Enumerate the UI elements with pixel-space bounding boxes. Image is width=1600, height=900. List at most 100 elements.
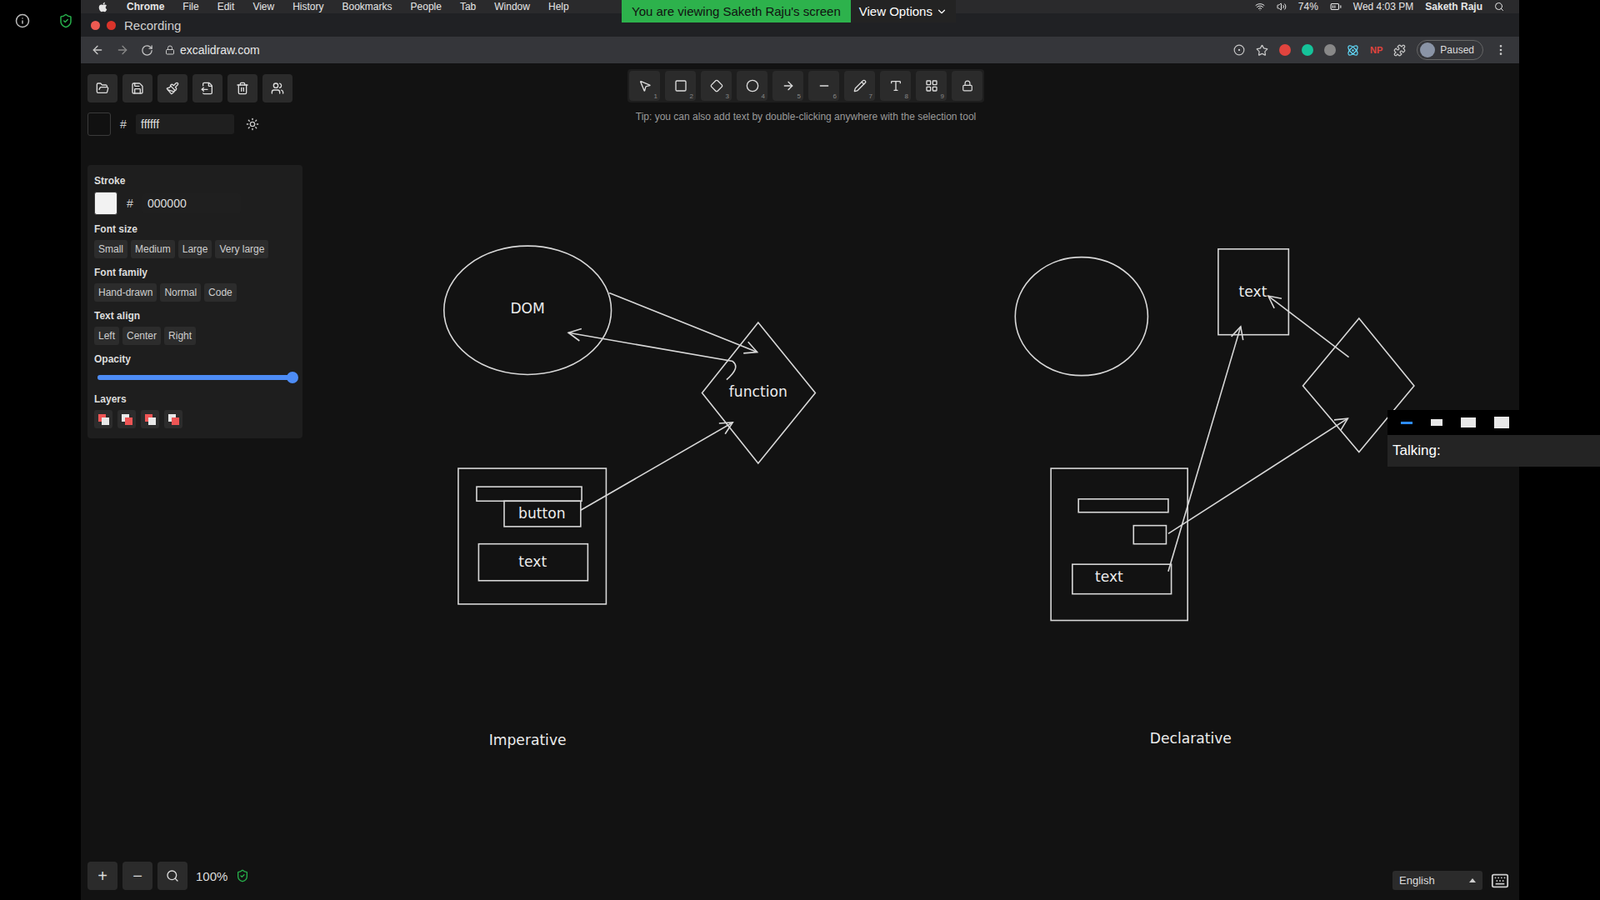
page-box[interactable]: [1050, 468, 1188, 620]
view-mode-icon[interactable]: [1460, 417, 1476, 428]
layer-button[interactable]: [164, 410, 183, 429]
tool-button[interactable]: 6: [808, 70, 840, 101]
tool-button[interactable]: 7: [844, 70, 875, 101]
font-family-option[interactable]: Code: [204, 283, 237, 302]
back-icon[interactable]: [90, 43, 105, 57]
button-box[interactable]: [1133, 525, 1166, 545]
encryption-icon[interactable]: [235, 869, 250, 883]
layer-button[interactable]: [140, 410, 160, 429]
language-select[interactable]: English: [1392, 870, 1483, 890]
extension-badge[interactable]: NP: [1370, 45, 1383, 55]
battery-icon[interactable]: [1330, 0, 1342, 13]
tool-button[interactable]: 9: [915, 70, 947, 101]
node-label[interactable]: text: [518, 553, 547, 570]
arrow[interactable]: [580, 422, 733, 510]
trash-button[interactable]: [227, 74, 258, 103]
reload-icon[interactable]: [140, 44, 154, 57]
search-icon[interactable]: [1494, 1, 1505, 12]
apple-icon[interactable]: [97, 1, 109, 13]
tool-button[interactable]: 1: [629, 70, 660, 101]
arrow[interactable]: [568, 332, 736, 380]
menu-item[interactable]: People: [410, 0, 442, 13]
opacity-slider[interactable]: [97, 375, 293, 380]
menu-item[interactable]: File: [182, 0, 199, 13]
lock-button[interactable]: [951, 70, 983, 101]
caption[interactable]: Imperative: [489, 731, 567, 749]
menu-item[interactable]: Bookmarks: [342, 0, 393, 13]
theme-icon[interactable]: [245, 117, 260, 131]
arrow[interactable]: [1168, 326, 1241, 572]
node-label[interactable]: button: [518, 505, 565, 522]
text-box[interactable]: [1218, 249, 1289, 335]
background-swatch[interactable]: [87, 112, 111, 136]
view-mode-icon[interactable]: [1430, 419, 1443, 426]
text-box[interactable]: [1072, 564, 1172, 595]
dom-ellipse[interactable]: [444, 245, 612, 375]
stroke-field[interactable]: 000000: [142, 193, 241, 214]
text-box[interactable]: [478, 544, 588, 581]
text-align-option[interactable]: Right: [164, 326, 196, 345]
keyboard-icon[interactable]: [1490, 871, 1510, 890]
layer-button[interactable]: [117, 410, 136, 429]
install-icon[interactable]: [1233, 44, 1245, 56]
bookmark-star-icon[interactable]: [1255, 44, 1269, 57]
menu-item[interactable]: Help: [548, 0, 570, 13]
info-icon[interactable]: [15, 13, 30, 29]
excalidraw-canvas[interactable]: DOMfunctionbuttontextImperativetexttextD…: [80, 63, 1520, 900]
tool-button[interactable]: 8: [880, 70, 911, 101]
menu-item[interactable]: Window: [494, 0, 530, 13]
menu-item[interactable]: History: [292, 0, 324, 13]
tool-button[interactable]: 3: [700, 70, 732, 101]
text-align-option[interactable]: Left: [94, 326, 120, 345]
background-field[interactable]: ffffff: [135, 114, 235, 135]
page-box[interactable]: [458, 468, 606, 605]
opacity-thumb[interactable]: [286, 371, 299, 384]
node-label[interactable]: text: [1239, 283, 1268, 300]
react-devtools-icon[interactable]: [1346, 44, 1360, 57]
zoom-in-button[interactable]: +: [87, 861, 118, 890]
layer-button[interactable]: [94, 410, 113, 429]
function-diamond[interactable]: [701, 322, 815, 464]
wifi-icon[interactable]: [1255, 1, 1265, 12]
text-align-option[interactable]: Center: [122, 326, 161, 345]
collaboration-button[interactable]: [262, 74, 293, 103]
tool-button[interactable]: 4: [736, 70, 768, 101]
font-size-option[interactable]: Medium: [130, 240, 175, 259]
tool-button[interactable]: 5: [772, 70, 804, 101]
export-button[interactable]: [192, 74, 223, 103]
tool-button[interactable]: 2: [665, 70, 696, 101]
view-mode-icon[interactable]: [1400, 421, 1413, 425]
input-bar[interactable]: [476, 486, 582, 501]
font-size-option[interactable]: Small: [94, 240, 128, 259]
close-dot[interactable]: [90, 20, 100, 30]
extension-icon[interactable]: [1324, 44, 1336, 56]
stroke-swatch[interactable]: [94, 191, 118, 215]
shield-icon[interactable]: [58, 13, 74, 29]
zoom-out-button[interactable]: −: [122, 861, 153, 890]
extensions-icon[interactable]: [1393, 44, 1406, 57]
menu-item[interactable]: View: [252, 0, 275, 13]
menu-item[interactable]: Chrome: [126, 0, 165, 13]
button-box[interactable]: [504, 500, 581, 527]
node-label[interactable]: DOM: [510, 300, 545, 317]
view-mode-icon[interactable]: [1494, 416, 1510, 429]
extension-icon[interactable]: [1279, 44, 1291, 56]
menu-item[interactable]: Edit: [217, 0, 235, 13]
ellipse[interactable]: [1015, 257, 1148, 376]
open-button[interactable]: [87, 74, 118, 103]
zoom-reset-button[interactable]: [157, 861, 188, 890]
arrow[interactable]: [1268, 295, 1350, 357]
font-size-option[interactable]: Very large: [215, 240, 269, 259]
menu-icon[interactable]: [1494, 43, 1508, 57]
export-image-button[interactable]: [157, 74, 188, 103]
arrow[interactable]: [1168, 418, 1348, 534]
profile-button[interactable]: Paused: [1416, 40, 1484, 60]
caption[interactable]: Declarative: [1150, 730, 1232, 747]
font-size-option[interactable]: Large: [178, 240, 213, 259]
font-family-option[interactable]: Normal: [160, 283, 201, 302]
volume-icon[interactable]: [1276, 1, 1287, 12]
node-label[interactable]: text: [1095, 568, 1124, 585]
grammarly-icon[interactable]: [1301, 44, 1314, 56]
user-name[interactable]: Saketh Raju: [1425, 0, 1483, 13]
font-family-option[interactable]: Hand-drawn: [94, 283, 157, 302]
